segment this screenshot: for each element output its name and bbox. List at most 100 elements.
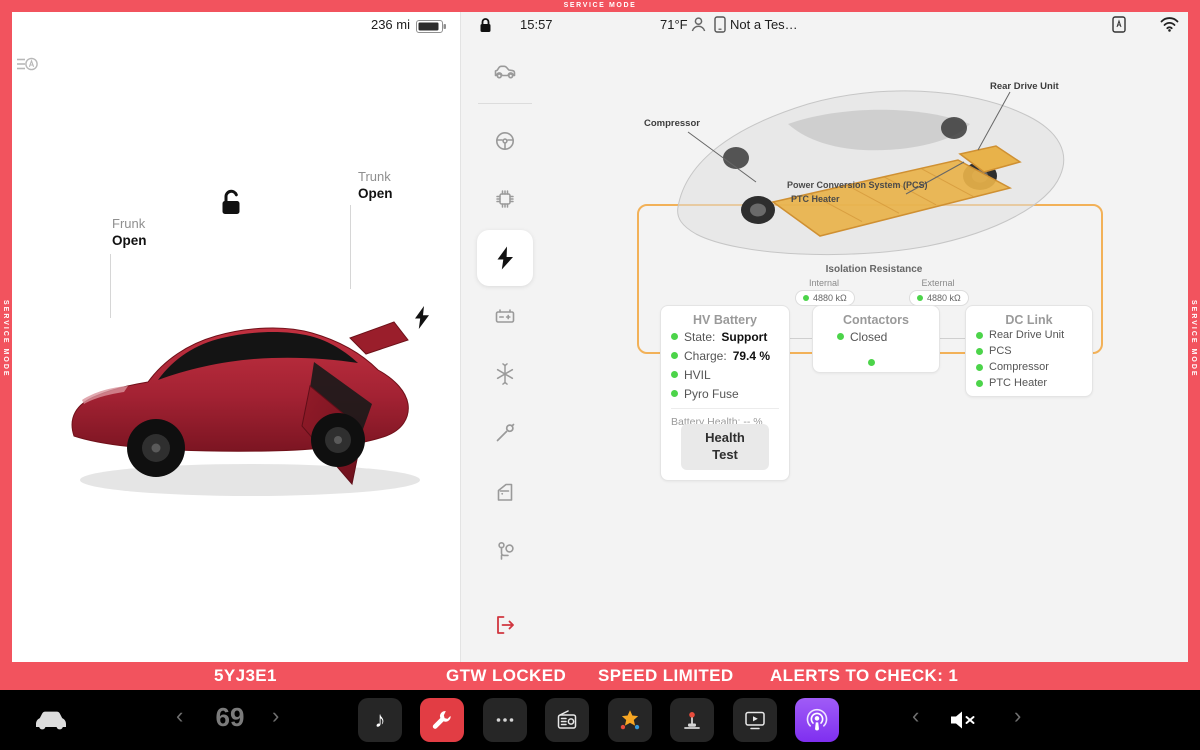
sidebar-item-firmware[interactable]	[493, 187, 517, 211]
contactors-title: Contactors	[813, 306, 939, 327]
service-mode-right-label: SERVICE MODE	[1190, 300, 1197, 378]
display-icon[interactable]	[1112, 16, 1126, 33]
hv-battery-title: HV Battery	[661, 306, 789, 327]
app-toybox[interactable]	[670, 698, 714, 742]
sidebar-item-restraints[interactable]	[493, 539, 517, 563]
charge-label: Charge:	[684, 349, 727, 363]
sidebar-item-thermal[interactable]	[493, 362, 517, 386]
lock-icon[interactable]	[478, 17, 493, 33]
pcs-label: Power Conversion System (PCS)	[787, 180, 928, 190]
driver-profile-icon[interactable]	[690, 16, 707, 33]
app-theater[interactable]	[733, 698, 777, 742]
theater-icon	[743, 708, 767, 732]
vehicle-controls-icon[interactable]	[33, 707, 69, 733]
temp-up-chevron[interactable]: ›	[272, 704, 279, 728]
dc-link-card: DC Link Rear Drive Unit PCS Compressor P…	[965, 305, 1093, 397]
mute-icon[interactable]	[948, 708, 978, 732]
hv-battery-hvil-row: HVIL	[661, 365, 789, 384]
rear-drive-unit-label: Rear Drive Unit	[990, 81, 1059, 92]
status-dot	[671, 352, 678, 359]
radio-icon	[555, 708, 579, 732]
sidebar-item-closures[interactable]	[493, 480, 517, 504]
status-dot	[671, 371, 678, 378]
hv-battery-pyro-row: Pyro Fuse	[661, 384, 789, 403]
app-music[interactable]: ♪	[358, 698, 402, 742]
status-dot	[917, 295, 923, 301]
app-podcasts[interactable]	[795, 698, 839, 742]
trunk-state: Open	[358, 185, 393, 202]
phone-icon[interactable]	[714, 16, 726, 33]
music-note-icon: ♪	[375, 707, 386, 733]
service-frame-bottom: 5YJ3E1 GTW LOCKED SPEED LIMITED ALERTS T…	[0, 662, 1200, 690]
driver-temp[interactable]: 69	[204, 702, 256, 733]
joystick-icon	[680, 708, 704, 732]
health-test-button[interactable]: Health Test	[681, 424, 769, 470]
main-area: 236 mi 15:57 71°F Not a Tes…	[12, 12, 1188, 662]
dc-link-title: DC Link	[966, 306, 1092, 327]
range-label: 236 mi	[350, 17, 410, 32]
app-more[interactable]	[483, 698, 527, 742]
isolation-external-reading: 4880 kΩ	[909, 290, 969, 306]
sidebar-divider	[478, 103, 532, 104]
speed-limited-label: SPEED LIMITED	[598, 662, 734, 690]
wifi-icon	[1160, 17, 1179, 32]
lane-autopilot-icon	[16, 56, 38, 72]
battery-icon	[416, 20, 446, 33]
charge-value: 79.4 %	[733, 349, 770, 363]
app-arcade[interactable]	[608, 698, 652, 742]
state-value: Support	[721, 330, 767, 344]
state-label: State:	[684, 330, 715, 344]
status-dot	[976, 380, 983, 387]
dc-link-item: PTC Heater	[989, 377, 1047, 389]
card-connector	[940, 338, 965, 339]
service-mode-left-label: SERVICE MODE	[2, 300, 9, 378]
dc-link-row: PTC Heater	[966, 375, 1092, 391]
outside-temp-label[interactable]: 71°F	[660, 17, 688, 32]
app-service[interactable]	[420, 698, 464, 742]
sidebar-item-steering[interactable]	[493, 129, 517, 153]
status-dot	[803, 295, 809, 301]
status-dot	[837, 333, 844, 340]
service-mode-top-label: SERVICE MODE	[0, 0, 1200, 12]
isolation-external-value: 4880 kΩ	[927, 293, 961, 303]
service-frame-top: SERVICE MODE	[0, 0, 1200, 12]
volume-up-chevron[interactable]: ›	[1014, 704, 1021, 728]
sidebar-item-exit-service[interactable]	[493, 613, 517, 637]
sidebar-item-vehicle[interactable]	[493, 60, 517, 84]
contactors-state: Closed	[850, 330, 887, 344]
sidebar-item-high-voltage[interactable]	[492, 245, 518, 271]
isolation-internal-value: 4880 kΩ	[813, 293, 847, 303]
hvil-label: HVIL	[684, 368, 711, 382]
dc-link-item: Rear Drive Unit	[989, 329, 1064, 341]
card-connector	[790, 338, 812, 339]
status-dot	[976, 364, 983, 371]
isolation-internal-label: Internal	[794, 278, 854, 288]
trunk-label: Trunk	[358, 169, 393, 185]
wrench-icon	[430, 708, 454, 732]
unlocked-padlock-icon[interactable]	[216, 188, 246, 216]
status-dot	[671, 333, 678, 340]
ellipsis-icon	[493, 708, 517, 732]
temp-down-chevron[interactable]: ‹	[176, 704, 183, 728]
bt-device-label[interactable]: Not a Tes…	[730, 17, 798, 32]
contactors-state-row: Closed	[813, 327, 939, 346]
app-radio[interactable]	[545, 698, 589, 742]
status-dot	[976, 332, 983, 339]
vehicle-render[interactable]	[58, 240, 442, 512]
service-frame-right: SERVICE MODE	[1188, 12, 1200, 662]
status-dot	[671, 390, 678, 397]
sidebar-item-low-voltage-battery[interactable]	[493, 304, 517, 328]
contactors-card: Contactors Closed	[812, 305, 940, 373]
alerts-to-check-label[interactable]: ALERTS TO CHECK: 1	[770, 662, 958, 690]
dc-link-item: PCS	[989, 345, 1012, 357]
arcade-star-icon	[617, 707, 643, 733]
isolation-internal-reading: 4880 kΩ	[795, 290, 855, 306]
screen: SERVICE MODE SERVICE MODE SERVICE MODE 5…	[0, 0, 1200, 750]
gtw-locked-label: GTW LOCKED	[446, 662, 566, 690]
dc-link-row: PCS	[966, 343, 1092, 359]
sidebar-item-diagnostics[interactable]	[493, 421, 517, 445]
volume-down-chevron[interactable]: ‹	[912, 704, 919, 728]
hv-battery-charge-row: Charge: 79.4 %	[661, 346, 789, 365]
frunk-label: Frunk	[112, 216, 147, 232]
status-dot	[976, 348, 983, 355]
